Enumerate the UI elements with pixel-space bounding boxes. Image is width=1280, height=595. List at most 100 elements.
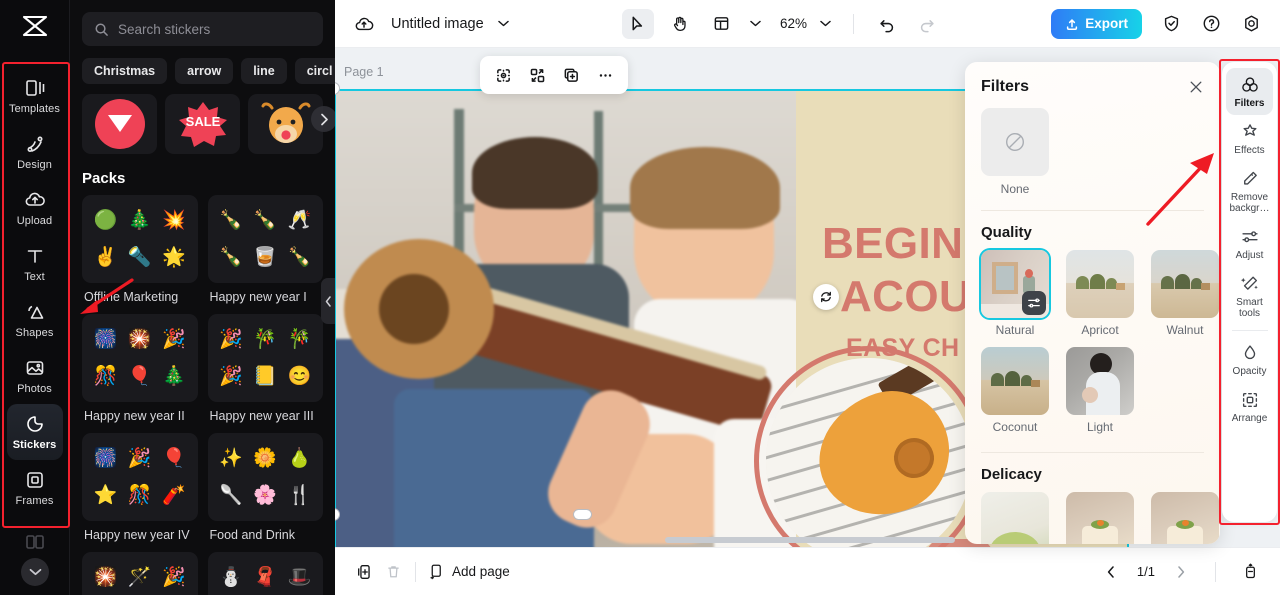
pack-emoji: 📒 — [253, 366, 278, 388]
sidebar-item-photos[interactable]: Photos — [7, 348, 63, 404]
delete-page-icon[interactable] — [379, 558, 407, 586]
pack-item[interactable]: ⛄ 🧣 🎩 ⭐ 🎅 🔔 — [207, 552, 323, 595]
shield-check-icon[interactable] — [1156, 9, 1186, 39]
pack-item[interactable]: 🎇 🪄 🎉 🎄 🎊 🎁 — [82, 552, 198, 595]
filter-apricot[interactable]: Apricot — [1066, 250, 1134, 337]
close-icon[interactable] — [1188, 79, 1204, 95]
pack-item[interactable]: 🟢 🎄 💥 ✌️ 🔦 🌟 Offline Marketing — [82, 195, 198, 304]
sidebar-item-design[interactable]: Design — [7, 124, 63, 180]
right-item-opacity[interactable]: Opacity — [1226, 336, 1273, 383]
replace-tool[interactable] — [522, 60, 552, 90]
help-circle-icon[interactable] — [1196, 9, 1226, 39]
more-tool[interactable] — [590, 60, 620, 90]
chip-christmas[interactable]: Christmas — [82, 58, 168, 84]
sticker-sale-badge[interactable]: SALE — [165, 94, 240, 154]
right-item-filters[interactable]: Filters — [1226, 68, 1273, 115]
right-item-arrange[interactable]: Arrange — [1226, 383, 1273, 430]
sidebar-item-templates[interactable]: Templates — [7, 68, 63, 124]
horizontal-scrollbar[interactable] — [665, 537, 955, 543]
filter-light[interactable]: Light — [1066, 347, 1134, 434]
templates-icon — [24, 77, 46, 99]
filter-delicacy-2[interactable] — [1066, 492, 1134, 544]
filter-name: Light — [1086, 420, 1114, 434]
right-label-arrange: Arrange — [1231, 413, 1268, 424]
pack-emoji: ✨ — [219, 447, 243, 469]
search-stickers-box[interactable] — [82, 12, 323, 46]
export-button[interactable]: Export — [1051, 8, 1143, 39]
photo-layer[interactable] — [335, 89, 796, 547]
zoom-caret-icon[interactable] — [817, 9, 835, 39]
duplicate-tool[interactable] — [556, 60, 586, 90]
layout-tool[interactable] — [706, 9, 738, 39]
crop-tool[interactable] — [488, 60, 518, 90]
filter-none-label: None — [1000, 182, 1030, 196]
chip-arrow[interactable]: arrow — [175, 58, 234, 84]
layout-caret-icon[interactable] — [748, 9, 764, 39]
sidebar-item-shapes[interactable]: Shapes — [7, 292, 63, 348]
artboard-headline-2[interactable]: ACOU — [840, 272, 971, 322]
right-item-adjust[interactable]: Adjust — [1226, 220, 1273, 267]
pack-item[interactable]: 🎉 🎋 🎋 🎉 📒 😊 Happy new year III — [207, 314, 323, 423]
right-label-smart-tools: Smart tools — [1236, 297, 1263, 319]
pack-emoji: 🎉 — [219, 366, 243, 388]
sidebar-item-text[interactable]: Text — [7, 236, 63, 292]
chip-circle[interactable]: circl — [294, 58, 335, 84]
undo-button[interactable] — [872, 9, 902, 39]
filter-walnut[interactable]: Walnut — [1151, 250, 1219, 337]
sidebar-item-stickers[interactable]: Stickers — [6, 404, 63, 460]
sticker-packs-grid: 🟢 🎄 💥 ✌️ 🔦 🌟 Offline Marketing 🍾 🍾 🥂 🍾 🥃… — [70, 195, 335, 595]
sidebar-item-frames[interactable]: Frames — [7, 460, 63, 516]
quick-stickers-next-button[interactable] — [311, 106, 335, 132]
filter-none[interactable] — [981, 108, 1049, 176]
sticker-tag-chips: Christmas arrow line circl — [70, 58, 335, 84]
shapes-icon — [24, 301, 46, 323]
pack-emoji: 🎉 — [162, 328, 186, 350]
right-item-remove-background[interactable]: Remove backgr… — [1226, 162, 1273, 220]
filter-delicacy-3[interactable] — [1151, 492, 1219, 544]
right-label-adjust: Adjust — [1235, 250, 1264, 261]
adjust-sliders-icon[interactable] — [1022, 291, 1046, 315]
pack-emoji: 🌟 — [162, 247, 186, 269]
filter-name: Apricot — [1081, 323, 1119, 337]
document-title[interactable]: Untitled image — [391, 16, 484, 32]
prev-page-icon[interactable] — [1097, 558, 1125, 586]
right-item-smart-tools[interactable]: Smart tools — [1226, 267, 1273, 325]
fit-page-icon[interactable] — [1236, 558, 1264, 586]
next-page-icon[interactable] — [1167, 558, 1195, 586]
selection-handle-bottom-mid[interactable] — [573, 509, 592, 520]
chip-line[interactable]: line — [241, 58, 287, 84]
sidebar-item-upload[interactable]: Upload — [7, 180, 63, 236]
pack-item[interactable]: ✨ 🌼 🍐 🥄 🌸 🍴 Food and Drink — [207, 433, 323, 542]
zoom-level[interactable]: 62% — [780, 16, 807, 31]
select-tool[interactable] — [621, 8, 654, 39]
bottom-divider-2 — [1215, 561, 1216, 582]
filter-coconut[interactable]: Coconut — [981, 347, 1049, 434]
duplicate-page-icon[interactable] — [351, 558, 379, 586]
search-icon — [94, 22, 109, 37]
capcut-logo[interactable] — [0, 0, 70, 52]
filters-panel-title: Filters — [981, 78, 1030, 95]
chevron-down-icon[interactable] — [494, 20, 513, 27]
filters-section-quality-heading: Quality — [981, 224, 1032, 241]
artboard-circle-photo[interactable] — [766, 358, 972, 547]
pack-emoji: 🧣 — [253, 566, 278, 588]
cloud-save-icon[interactable] — [349, 9, 379, 39]
pack-item[interactable]: 🎆 🎇 🎉 🎊 🎈 🎄 Happy new year II — [82, 314, 198, 423]
rotate-icon[interactable] — [813, 284, 839, 310]
redo-button[interactable] — [912, 9, 942, 39]
pack-item[interactable]: 🎆 🎉 🎈 ⭐ 🎊 🧨 Happy new year IV — [82, 433, 198, 542]
settings-gear-icon[interactable] — [1236, 9, 1266, 39]
sidebar-expand-button[interactable] — [21, 558, 49, 586]
page-count: 1/1 — [1136, 564, 1155, 579]
svg-text:SALE: SALE — [185, 114, 220, 129]
filter-natural[interactable]: Natural — [981, 250, 1049, 337]
left-sidebar: Templates Design Upload Text Shapes Phot… — [0, 0, 70, 595]
panel-collapse-handle[interactable] — [321, 278, 335, 324]
search-input[interactable] — [118, 21, 311, 37]
pack-item[interactable]: 🍾 🍾 🥂 🍾 🥃 🍾 Happy new year I — [207, 195, 323, 304]
add-page-button[interactable]: Add page — [428, 563, 510, 580]
filter-delicacy-1[interactable] — [981, 492, 1049, 544]
sticker-heart[interactable] — [82, 94, 157, 154]
hand-tool[interactable] — [664, 9, 696, 39]
right-item-effects[interactable]: Effects — [1226, 115, 1273, 162]
